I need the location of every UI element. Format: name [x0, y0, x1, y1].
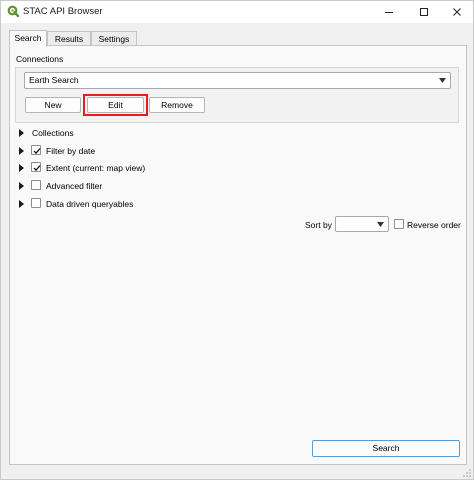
- tab-search-label: Search: [14, 33, 42, 43]
- checkmark-icon: [33, 165, 41, 172]
- connection-select[interactable]: Earth Search: [24, 72, 451, 89]
- filter-by-date-label: Filter by date: [46, 146, 96, 156]
- search-button-label: Search: [372, 443, 400, 453]
- qgis-logo-icon: [7, 5, 19, 17]
- connection-select-value: Earth Search: [29, 75, 79, 85]
- remove-button[interactable]: Remove: [149, 97, 205, 113]
- reverse-order-label: Reverse order: [407, 220, 461, 230]
- minimize-icon: [385, 12, 393, 13]
- advanced-filter-label: Advanced filter: [46, 181, 103, 191]
- chevron-down-icon: [439, 78, 446, 83]
- window-title: STAC API Browser: [23, 6, 103, 17]
- title-bar: STAC API Browser: [1, 1, 473, 23]
- data-driven-queryables-checkbox[interactable]: [31, 198, 41, 208]
- maximize-button[interactable]: [406, 1, 442, 23]
- remove-button-label: Remove: [161, 100, 193, 110]
- close-icon: [453, 8, 461, 16]
- filter-by-date-checkbox[interactable]: [31, 145, 41, 155]
- collections-label: Collections: [32, 128, 74, 138]
- expand-arrow-icon[interactable]: [19, 147, 24, 155]
- expand-arrow-icon[interactable]: [19, 182, 24, 190]
- tab-results[interactable]: Results: [47, 31, 91, 46]
- reverse-order-checkbox[interactable]: [394, 219, 404, 229]
- search-button[interactable]: Search: [312, 440, 460, 457]
- new-button-label: New: [44, 100, 62, 110]
- close-button[interactable]: [439, 1, 474, 23]
- maximize-icon: [420, 8, 428, 16]
- tab-settings[interactable]: Settings: [91, 31, 137, 46]
- stac-api-browser-window: STAC API Browser Search Results Settings…: [0, 0, 474, 480]
- minimize-button[interactable]: [371, 1, 407, 23]
- edit-button-highlight: [83, 94, 148, 116]
- tab-settings-label: Settings: [98, 34, 130, 44]
- new-button[interactable]: New: [25, 97, 81, 113]
- checkmark-icon: [33, 148, 41, 155]
- advanced-filter-checkbox[interactable]: [31, 180, 41, 190]
- chevron-down-icon: [377, 222, 384, 227]
- expand-arrow-icon[interactable]: [19, 200, 24, 208]
- expand-arrow-icon[interactable]: [19, 129, 24, 137]
- tab-results-label: Results: [54, 34, 84, 44]
- extent-checkbox[interactable]: [31, 162, 41, 172]
- connections-label: Connections: [16, 54, 64, 64]
- data-driven-queryables-label: Data driven queryables: [46, 199, 134, 209]
- resize-grip-icon[interactable]: [463, 469, 471, 477]
- extent-label: Extent (current: map view): [46, 163, 146, 173]
- sort-by-select[interactable]: [335, 216, 389, 232]
- expand-arrow-icon[interactable]: [19, 164, 24, 172]
- sort-by-label: Sort by: [305, 220, 332, 230]
- tab-search[interactable]: Search: [9, 30, 47, 47]
